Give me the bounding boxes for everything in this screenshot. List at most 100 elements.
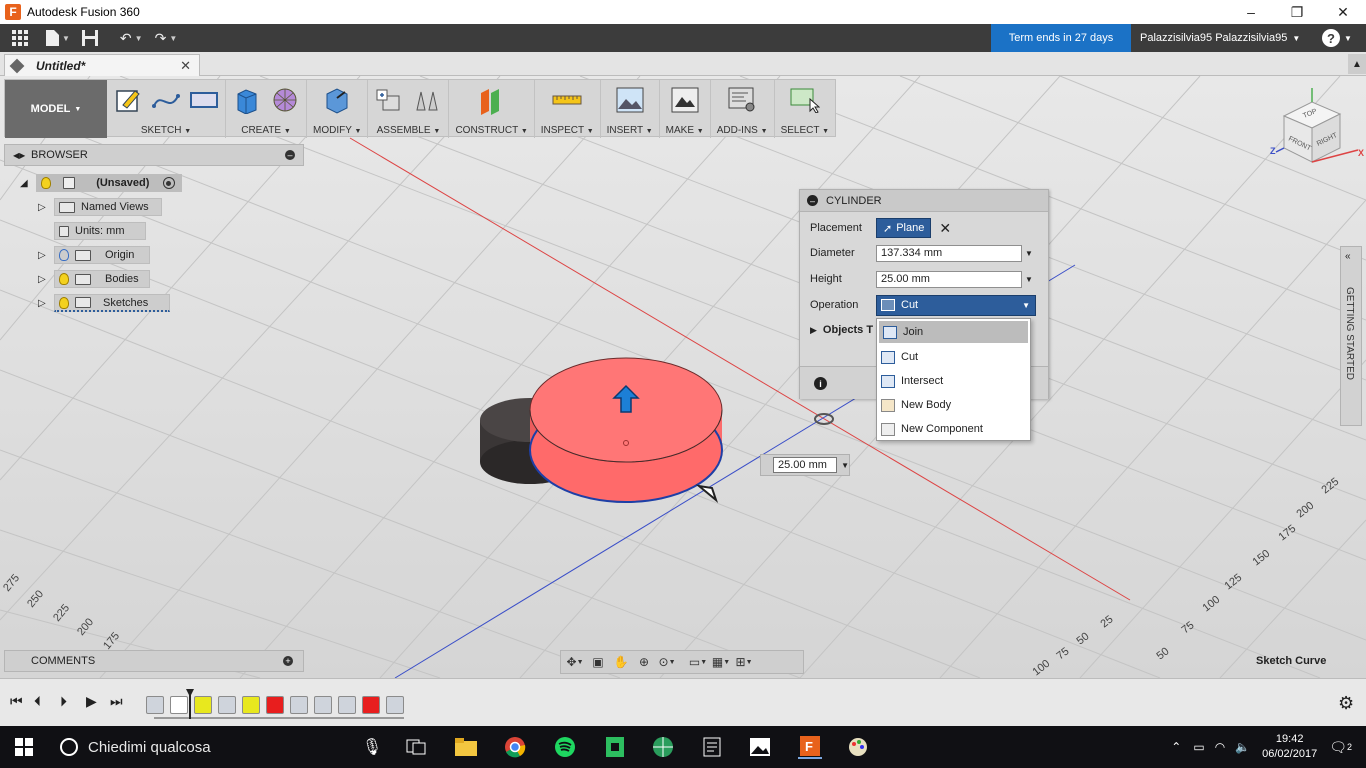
form-icon[interactable] bbox=[270, 85, 300, 115]
minimize-button[interactable]: – bbox=[1228, 0, 1274, 24]
orbit-icon[interactable]: ✥ ▼ bbox=[565, 653, 585, 671]
info-icon[interactable]: i bbox=[814, 377, 827, 390]
spline-icon[interactable] bbox=[151, 85, 181, 115]
redo-icon[interactable]: ↷ ▼ bbox=[149, 24, 184, 52]
placement-select-button[interactable]: ➚ Plane bbox=[876, 218, 932, 238]
minimize-panel-icon[interactable]: – bbox=[285, 150, 295, 160]
timeline-feature-item[interactable] bbox=[338, 696, 356, 714]
measure-icon[interactable] bbox=[552, 85, 582, 115]
dimension-value[interactable]: 25.00 mm bbox=[773, 457, 838, 473]
named-views-node[interactable]: Named Views bbox=[54, 198, 162, 216]
units-node[interactable]: Units: mm bbox=[54, 222, 146, 240]
browser-root-node[interactable]: (Unsaved) bbox=[36, 174, 182, 192]
timeline-feature-error[interactable] bbox=[266, 696, 284, 714]
look-at-icon[interactable]: ▣ bbox=[588, 653, 608, 671]
battery-icon[interactable]: ▭ bbox=[1193, 740, 1204, 754]
operation-option-new-body[interactable]: New Body bbox=[877, 393, 1030, 417]
action-center-icon[interactable]: 🗨 2 bbox=[1329, 739, 1352, 756]
browser-named-views-row[interactable]: ▷ Named Views bbox=[38, 198, 162, 216]
double-chevron-left-icon[interactable]: « bbox=[1345, 251, 1351, 262]
create-sketch-icon[interactable] bbox=[113, 85, 143, 115]
undo-icon[interactable]: ↶ ▼ bbox=[114, 24, 149, 52]
make-group[interactable]: MAKE ▼ bbox=[660, 80, 711, 138]
go-to-start-icon[interactable]: ⏮ bbox=[10, 693, 23, 710]
pan-hand-icon[interactable]: ✋ bbox=[611, 653, 631, 671]
close-tab-icon[interactable]: ✕ bbox=[180, 58, 191, 74]
assemble-group[interactable]: ASSEMBLE ▼ bbox=[368, 80, 450, 138]
add-ins-group[interactable]: ADD-INS ▼ bbox=[711, 80, 775, 138]
chevron-down-icon[interactable]: ▼ bbox=[841, 461, 849, 470]
maximize-button[interactable]: ❐ bbox=[1274, 0, 1320, 24]
collapse-dialog-icon[interactable]: – bbox=[807, 195, 818, 206]
modify-group[interactable]: MODIFY ▼ bbox=[307, 80, 369, 138]
create-group[interactable]: CREATE ▼ bbox=[226, 80, 307, 138]
timeline-feature-item[interactable] bbox=[218, 696, 236, 714]
3d-print-icon[interactable] bbox=[670, 85, 700, 115]
expand-triangle-icon[interactable]: ▷ bbox=[38, 274, 48, 285]
cylinder-preview[interactable] bbox=[529, 357, 723, 503]
chevron-down-icon[interactable]: ▼ bbox=[1025, 249, 1033, 258]
construct-group[interactable]: CONSTRUCT ▼ bbox=[449, 80, 535, 138]
expand-triangle-icon[interactable]: ▷ bbox=[38, 298, 48, 309]
go-to-end-icon[interactable]: ⏭ bbox=[110, 693, 123, 710]
expand-triangle-icon[interactable]: ◢ bbox=[20, 178, 30, 189]
document-tab[interactable]: Untitled* ✕ bbox=[4, 54, 200, 76]
browser-bodies-row[interactable]: ▷ Bodies bbox=[38, 270, 150, 288]
timeline-feature-sketch[interactable] bbox=[170, 696, 188, 714]
term-notice-button[interactable]: Term ends in 27 days bbox=[991, 24, 1131, 52]
paint-icon[interactable] bbox=[846, 735, 870, 759]
timeline-feature-error[interactable] bbox=[362, 696, 380, 714]
display-settings-icon[interactable]: ▭ ▼ bbox=[688, 653, 708, 671]
visibility-bulb-icon[interactable] bbox=[59, 273, 69, 285]
taskbar-clock[interactable]: 19:42 06/02/2017 bbox=[1262, 732, 1317, 762]
chevron-down-icon[interactable]: ▼ bbox=[1025, 275, 1033, 284]
visibility-bulb-icon[interactable] bbox=[41, 177, 51, 189]
grid-settings-icon[interactable]: ▦ ▼ bbox=[711, 653, 731, 671]
cylinder-dialog-header[interactable]: – CYLINDER bbox=[800, 190, 1048, 212]
timeline-feature-item[interactable] bbox=[290, 696, 308, 714]
expand-triangle-icon[interactable]: ▷ bbox=[38, 250, 48, 261]
origin-node[interactable]: Origin bbox=[54, 246, 150, 264]
show-hidden-icons-icon[interactable]: ⌃ bbox=[1171, 740, 1181, 754]
insert-image-icon[interactable] bbox=[615, 85, 645, 115]
save-icon[interactable] bbox=[76, 24, 104, 52]
select-group[interactable]: SELECT ▼ bbox=[775, 80, 835, 138]
file-explorer-icon[interactable] bbox=[454, 735, 478, 759]
timeline-feature-extrude[interactable] bbox=[194, 696, 212, 714]
help-menu[interactable]: ? ▼ bbox=[1322, 24, 1352, 52]
taskbar-search[interactable]: Chiedimi qualcosa bbox=[48, 726, 344, 768]
press-pull-icon[interactable] bbox=[322, 85, 352, 115]
view-cube[interactable]: TOP FRONT RIGHT Z X bbox=[1270, 88, 1366, 168]
scroll-tabs-button[interactable]: ▲ bbox=[1348, 54, 1366, 74]
file-menu-icon[interactable]: ▼ bbox=[40, 24, 76, 52]
operation-option-new-component[interactable]: New Component bbox=[877, 417, 1030, 441]
diameter-input[interactable]: 137.334 mm bbox=[876, 244, 1022, 262]
spotify-icon[interactable] bbox=[553, 735, 577, 759]
diameter-arrow-manipulator[interactable] bbox=[695, 484, 719, 503]
activate-radio-icon[interactable] bbox=[162, 177, 175, 189]
browser-origin-row[interactable]: ▷ Origin bbox=[38, 246, 150, 264]
height-dimension-input[interactable]: 25.00 mm ▼ bbox=[760, 454, 850, 476]
sketch-group[interactable]: SKETCH ▼ bbox=[107, 80, 226, 138]
joint-icon[interactable] bbox=[412, 85, 442, 115]
task-view-icon[interactable] bbox=[404, 735, 428, 759]
workspace-switcher[interactable]: MODEL ▼ bbox=[5, 80, 107, 138]
close-button[interactable]: ✕ bbox=[1320, 0, 1366, 24]
visibility-bulb-off-icon[interactable] bbox=[59, 249, 69, 261]
operation-select[interactable]: Cut ▼ bbox=[876, 294, 1036, 316]
objects-to-cut-row[interactable]: ▶ Objects T bbox=[810, 324, 873, 336]
bodies-node[interactable]: Bodies bbox=[54, 270, 150, 288]
height-input[interactable]: 25.00 mm bbox=[876, 270, 1022, 288]
add-comment-icon[interactable]: + bbox=[283, 656, 293, 666]
insert-group[interactable]: INSERT ▼ bbox=[601, 80, 660, 138]
getting-started-panel-tab[interactable]: « GETTING STARTED bbox=[1340, 246, 1362, 426]
windows-start-icon[interactable] bbox=[0, 726, 48, 768]
rectangle-icon[interactable] bbox=[189, 85, 219, 115]
expand-triangle-icon[interactable]: ▶ bbox=[810, 325, 817, 336]
operation-option-cut[interactable]: Cut bbox=[877, 345, 1030, 369]
data-panel-grid-icon[interactable] bbox=[0, 24, 40, 52]
app-document-icon[interactable] bbox=[700, 735, 724, 759]
collapse-icon[interactable]: ◀▶ bbox=[13, 151, 25, 160]
clear-selection-icon[interactable]: ✕ bbox=[939, 220, 951, 237]
timeline-feature-extrude[interactable] bbox=[242, 696, 260, 714]
